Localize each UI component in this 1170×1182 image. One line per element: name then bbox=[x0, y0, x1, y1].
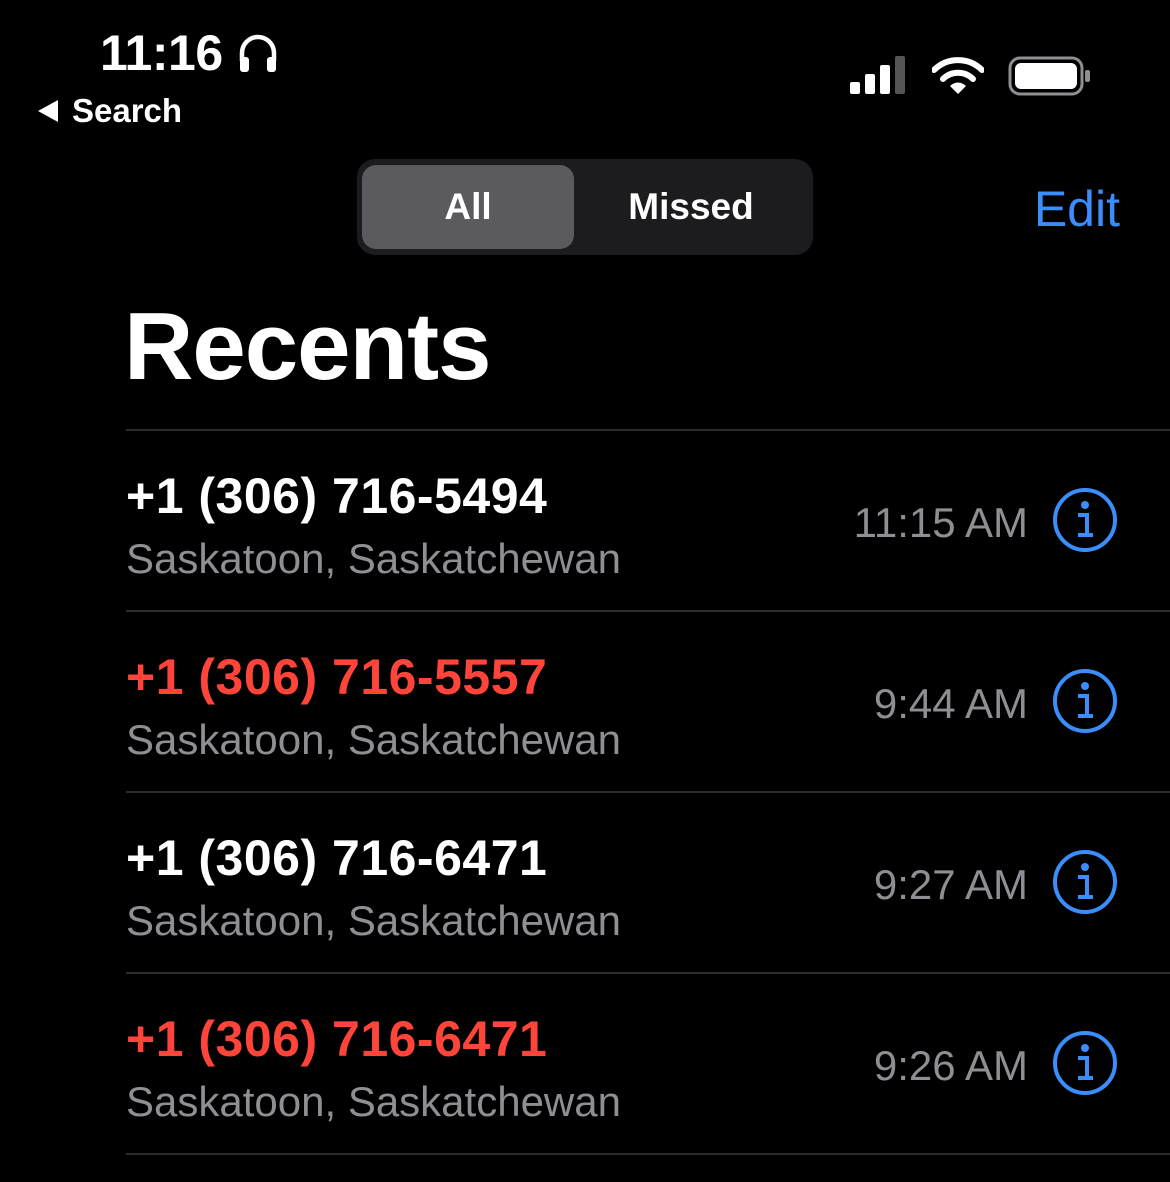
caller-number: +1 (306) 716-6471 bbox=[126, 1011, 548, 1067]
call-time: 9:26 AM bbox=[873, 1042, 1028, 1089]
info-icon[interactable] bbox=[1052, 668, 1118, 734]
edit-button[interactable]: Edit bbox=[1034, 180, 1120, 238]
caller-number: +1 (306) 716-5494 bbox=[126, 468, 548, 524]
wifi-icon bbox=[932, 57, 984, 94]
info-icon[interactable] bbox=[1052, 487, 1118, 553]
call-time: 9:44 AM bbox=[873, 680, 1028, 727]
caller-location: Saskatoon, Saskatchewan bbox=[126, 897, 621, 944]
call-row[interactable]: +1 (306) 716-5494 Saskatoon, Saskatchewa… bbox=[126, 431, 1170, 610]
call-row[interactable]: +1 (306) 716-5557 Saskatoon, Saskatchewa… bbox=[126, 612, 1170, 791]
cellular-signal-icon bbox=[850, 56, 905, 94]
call-filter-segmented-control: All Missed bbox=[357, 159, 813, 255]
segment-missed[interactable]: Missed bbox=[574, 165, 808, 249]
status-time: 11:16 bbox=[100, 24, 279, 82]
caller-location: Saskatoon, Saskatchewan bbox=[126, 1078, 621, 1125]
segment-all[interactable]: All bbox=[362, 165, 574, 249]
battery-icon bbox=[1008, 56, 1090, 96]
call-time: 11:15 AM bbox=[853, 499, 1028, 546]
status-time-label: 11:16 bbox=[100, 25, 223, 81]
divider bbox=[126, 1153, 1170, 1155]
info-icon[interactable] bbox=[1052, 849, 1118, 915]
caller-number: +1 (306) 716-5557 bbox=[126, 649, 548, 705]
back-label: Search bbox=[72, 92, 183, 129]
caller-location: Saskatoon, Saskatchewan bbox=[126, 535, 621, 582]
status-indicators bbox=[850, 56, 1092, 96]
back-triangle-icon bbox=[38, 100, 58, 122]
call-time: 9:27 AM bbox=[873, 861, 1028, 908]
headphones-icon bbox=[239, 34, 276, 72]
page-title: Recents bbox=[124, 293, 491, 400]
call-row[interactable]: +1 (306) 716-6471 Saskatoon, Saskatchewa… bbox=[126, 974, 1170, 1153]
recents-list: +1 (306) 716-5494 Saskatoon, Saskatchewa… bbox=[126, 429, 1170, 1155]
recents-screen: 11:16 Search All Missed Edit Recents +1 … bbox=[0, 0, 1170, 1182]
caller-number: +1 (306) 716-6471 bbox=[126, 830, 548, 886]
back-to-search-link[interactable]: Search bbox=[38, 92, 182, 130]
caller-location: Saskatoon, Saskatchewan bbox=[126, 716, 621, 763]
info-icon[interactable] bbox=[1052, 1030, 1118, 1096]
call-row[interactable]: +1 (306) 716-6471 Saskatoon, Saskatchewa… bbox=[126, 793, 1170, 972]
